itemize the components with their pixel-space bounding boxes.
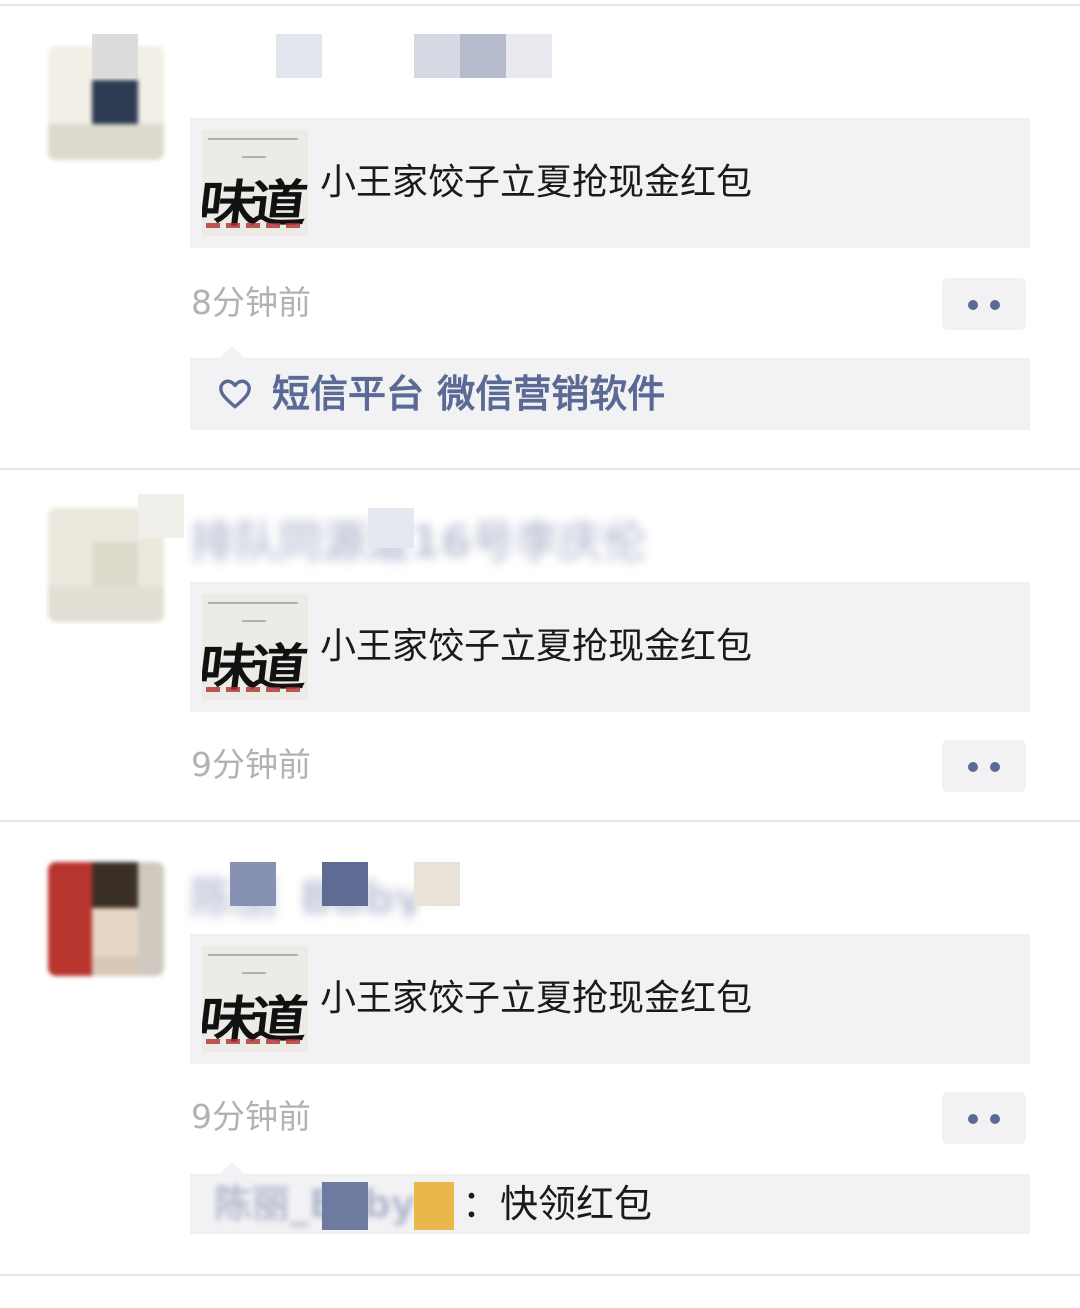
mosaic-block xyxy=(276,34,322,78)
likes-box: 短信平台 微信营销软件 xyxy=(190,346,1030,430)
mosaic-block xyxy=(414,1182,454,1230)
post-timestamp: 9分钟前 xyxy=(191,1097,311,1136)
more-dots-icon xyxy=(968,300,978,310)
moments-feed: 味道 小王家饺子立夏抢现金红包 8分钟前 短信平台 微信营销软件 排队同源道16… xyxy=(0,0,1080,1308)
share-thumbnail: 味道 xyxy=(202,594,308,700)
mosaic-block xyxy=(138,494,184,538)
divider xyxy=(0,820,1080,822)
author-name-blurred[interactable]: 排队同源道16号李庆伦 xyxy=(190,506,670,562)
mosaic-block xyxy=(322,862,368,906)
share-title: 小王家饺子立夏抢现金红包 xyxy=(320,978,753,1019)
mosaic-block xyxy=(322,1182,368,1230)
share-title: 小王家饺子立夏抢现金红包 xyxy=(320,626,753,667)
share-title: 小王家饺子立夏抢现金红包 xyxy=(320,162,753,203)
post-timestamp: 9分钟前 xyxy=(191,745,311,784)
mosaic-block xyxy=(92,34,138,78)
more-dots-icon xyxy=(968,762,978,772)
mosaic-block xyxy=(414,34,460,78)
likes-row: 短信平台 微信营销软件 xyxy=(190,358,1030,430)
mosaic-block xyxy=(368,508,414,548)
shared-link-card[interactable]: 味道 小王家饺子立夏抢现金红包 xyxy=(190,582,1030,712)
share-thumbnail: 味道 xyxy=(202,946,308,1052)
more-dots-icon xyxy=(968,1114,978,1124)
comment-author-blurred[interactable]: 陈丽_Baby xyxy=(214,1174,416,1234)
heart-icon xyxy=(219,379,251,409)
post-timestamp: 8分钟前 xyxy=(191,283,311,322)
comment-row[interactable]: 陈丽_Baby ：快领红包 xyxy=(190,1174,1030,1234)
comment-text: ：快领红包 xyxy=(462,1182,653,1226)
mosaic-block xyxy=(506,34,552,78)
avatar[interactable] xyxy=(48,862,164,976)
divider xyxy=(0,1274,1080,1276)
more-button[interactable] xyxy=(942,278,1026,330)
comments-box: 陈丽_Baby ：快领红包 xyxy=(190,1162,1030,1234)
shared-link-card[interactable]: 味道 小王家饺子立夏抢现金红包 xyxy=(190,934,1030,1064)
mosaic-block xyxy=(230,862,276,906)
mosaic-block xyxy=(414,862,460,906)
share-thumbnail: 味道 xyxy=(202,130,308,236)
author-name-blurred[interactable]: 陈丽_Baby xyxy=(190,862,440,918)
liker-names[interactable]: 短信平台 微信营销软件 xyxy=(272,358,665,430)
more-button[interactable] xyxy=(942,740,1026,792)
mosaic-block xyxy=(460,34,506,78)
divider xyxy=(0,468,1080,470)
more-button[interactable] xyxy=(942,1092,1026,1144)
shared-link-card[interactable]: 味道 小王家饺子立夏抢现金红包 xyxy=(190,118,1030,248)
divider xyxy=(0,4,1080,6)
